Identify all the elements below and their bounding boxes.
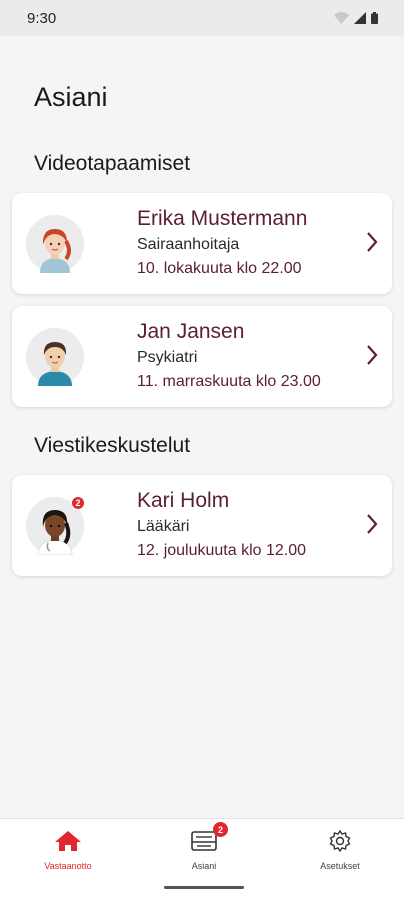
- card-role: Psykiatri: [137, 349, 198, 366]
- wifi-icon: [334, 12, 349, 24]
- chevron-right-icon: [367, 514, 378, 534]
- status-icons: [334, 12, 378, 24]
- person-male-icon: [26, 328, 84, 386]
- gear-icon: [328, 827, 352, 855]
- avatar: 2: [26, 496, 85, 555]
- avatar: [26, 215, 84, 273]
- card-time: 12. joulukuuta klo 12.00: [137, 542, 307, 559]
- card-role: Lääkäri: [137, 518, 190, 535]
- nav-label: Vastaanotto: [44, 861, 92, 871]
- battery-icon: [371, 12, 378, 24]
- nav-item-vastaanotto[interactable]: Vastaanotto: [23, 827, 113, 877]
- chevron-right-icon: [367, 345, 378, 365]
- inbox-icon: 2: [190, 822, 228, 855]
- nav-label: Asiani: [191, 861, 217, 871]
- home-indicator[interactable]: [164, 886, 244, 889]
- card-text: Kari Holm Lääkäri 12. joulukuuta klo 12.…: [137, 487, 306, 563]
- signal-icon: [354, 12, 366, 24]
- nav-item-asiani[interactable]: 2 Asiani: [159, 822, 249, 877]
- card-time: 11. marraskuuta klo 23.00: [137, 373, 321, 390]
- home-icon: [54, 827, 82, 855]
- avatar: [26, 328, 84, 386]
- appointment-card[interactable]: Erika Mustermann Sairaanhoitaja 10. loka…: [12, 193, 392, 294]
- nav-badge: 2: [213, 822, 228, 837]
- status-bar: 9:30: [0, 0, 404, 36]
- nav-label: Asetukset: [320, 861, 360, 871]
- unread-badge: 2: [71, 496, 85, 510]
- section-title-video: Videotapaamiset: [34, 152, 191, 175]
- card-text: Jan Jansen Psykiatri 11. marraskuuta klo…: [137, 318, 321, 394]
- nav-item-asetukset[interactable]: Asetukset: [295, 827, 385, 877]
- card-time: 10. lokakuuta klo 22.00: [137, 260, 302, 277]
- person-female-icon: [26, 215, 84, 273]
- card-role: Sairaanhoitaja: [137, 236, 240, 253]
- card-name: Kari Holm: [137, 489, 230, 512]
- card-name: Erika Mustermann: [137, 207, 308, 230]
- card-text: Erika Mustermann Sairaanhoitaja 10. loka…: [137, 205, 307, 281]
- page-title: Asiani: [34, 82, 108, 112]
- conversation-card[interactable]: 2 Kari Holm Lääkäri 12. joulukuuta klo 1…: [12, 475, 392, 576]
- status-time: 9:30: [27, 9, 57, 27]
- section-title-messages: Viestikeskustelut: [34, 434, 191, 457]
- chevron-right-icon: [367, 232, 378, 252]
- card-name: Jan Jansen: [137, 320, 245, 343]
- appointment-card[interactable]: Jan Jansen Psykiatri 11. marraskuuta klo…: [12, 306, 392, 407]
